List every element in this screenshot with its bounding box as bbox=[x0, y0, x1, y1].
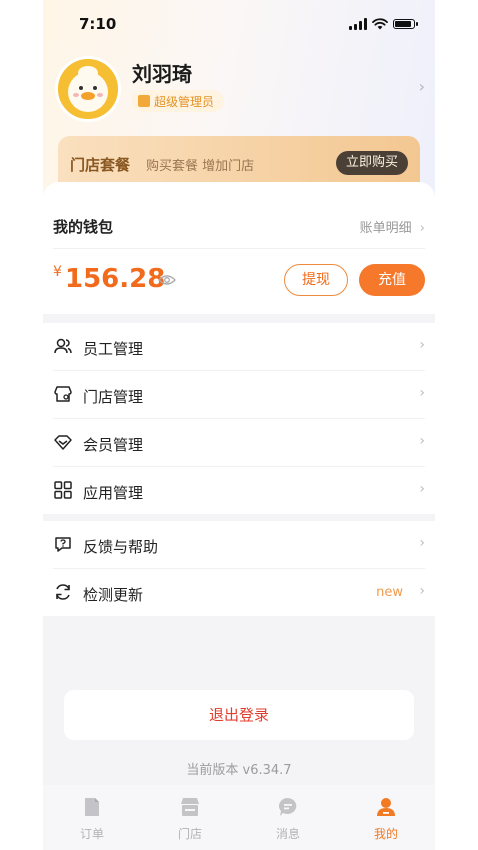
banner-subtitle: 购买套餐 增加门店 bbox=[146, 159, 255, 174]
role-badge: 超级管理员 bbox=[132, 90, 225, 112]
tab-label: 消息 bbox=[275, 827, 300, 841]
divider bbox=[53, 248, 425, 249]
role-label: 超级管理员 bbox=[154, 94, 215, 109]
menu-label: 应用管理 bbox=[83, 484, 144, 502]
menu-item-feedback[interactable]: 反馈与帮助 › bbox=[53, 521, 425, 569]
eye-icon[interactable] bbox=[158, 274, 176, 286]
chevron-right-icon: › bbox=[419, 433, 425, 449]
tab-label: 门店 bbox=[177, 827, 202, 841]
menu-item-member[interactable]: 会员管理 › bbox=[53, 419, 425, 467]
battery-icon bbox=[393, 19, 418, 29]
avatar[interactable] bbox=[55, 56, 121, 122]
me-icon bbox=[377, 798, 395, 816]
wifi-icon bbox=[372, 18, 388, 30]
menu-item-store[interactable]: 门店管理 › bbox=[53, 371, 425, 419]
menu-item-apps[interactable]: 应用管理 › bbox=[53, 467, 425, 514]
banner-title: 门店套餐 bbox=[70, 156, 131, 174]
signal-icon bbox=[349, 18, 367, 30]
apps-icon bbox=[54, 481, 72, 499]
status-time: 7:10 bbox=[79, 15, 117, 33]
menu-label: 检测更新 bbox=[83, 586, 144, 604]
tab-messages[interactable]: 消息 bbox=[239, 785, 337, 850]
currency-symbol: ¥ bbox=[53, 264, 62, 280]
menu-label: 反馈与帮助 bbox=[83, 538, 159, 556]
menu-item-check-update[interactable]: 检测更新 new › bbox=[53, 569, 425, 616]
feedback-icon bbox=[55, 537, 71, 552]
buy-now-button[interactable]: 立即购买 bbox=[335, 151, 408, 175]
wallet-card: 我的钱包 账单明细 › ¥ 156.28 提现 充值 bbox=[43, 182, 435, 314]
tab-store[interactable]: 门店 bbox=[141, 785, 239, 850]
tab-label: 我的 bbox=[373, 827, 398, 841]
order-icon bbox=[85, 798, 99, 816]
chevron-right-icon: › bbox=[419, 385, 425, 401]
chevron-right-icon: › bbox=[419, 221, 425, 236]
app-version: 当前版本 v6.34.7 bbox=[186, 763, 292, 778]
support-menu: 反馈与帮助 › 检测更新 new › bbox=[43, 521, 435, 616]
member-icon bbox=[54, 435, 72, 450]
new-badge: new bbox=[376, 585, 403, 600]
store-icon bbox=[54, 386, 72, 402]
chevron-right-icon: › bbox=[419, 337, 425, 353]
menu-label: 员工管理 bbox=[83, 340, 144, 358]
wallet-title: 我的钱包 bbox=[53, 218, 114, 236]
tab-me[interactable]: 我的 bbox=[337, 785, 435, 850]
admin-badge-icon bbox=[138, 95, 150, 107]
chevron-right-icon: › bbox=[419, 535, 425, 551]
recharge-button[interactable]: 充值 bbox=[359, 264, 425, 296]
profile-name: 刘羽琦 bbox=[132, 62, 192, 86]
store-tab-icon bbox=[181, 798, 199, 816]
duck-avatar-icon bbox=[58, 59, 118, 119]
bill-details-label: 账单明细 bbox=[359, 221, 412, 236]
wallet-balance: 156.28 bbox=[65, 264, 166, 294]
menu-label: 会员管理 bbox=[83, 436, 144, 454]
tab-label: 订单 bbox=[79, 827, 104, 841]
tab-bar: 订单 门店 消息 我的 bbox=[43, 785, 435, 850]
phone-screen: 7:10 刘羽琦 超级管理员 › 门店套餐 购买套餐 增加门店 立即购买 我的钱… bbox=[43, 0, 435, 850]
withdraw-button[interactable]: 提现 bbox=[284, 264, 348, 296]
chevron-right-icon: › bbox=[419, 583, 425, 599]
staff-icon bbox=[54, 338, 72, 354]
chevron-right-icon[interactable]: › bbox=[419, 77, 425, 96]
bill-details-link[interactable]: 账单明细 › bbox=[360, 217, 425, 236]
management-menu: 员工管理 › 门店管理 › 会员管理 › 应用管理 › bbox=[43, 323, 435, 514]
tab-orders[interactable]: 订单 bbox=[43, 785, 141, 850]
status-bar: 7:10 bbox=[43, 0, 435, 48]
refresh-icon bbox=[56, 584, 70, 600]
status-icons bbox=[349, 17, 418, 31]
menu-item-staff[interactable]: 员工管理 › bbox=[53, 323, 425, 371]
chevron-right-icon: › bbox=[419, 481, 425, 497]
menu-label: 门店管理 bbox=[83, 388, 144, 406]
message-icon bbox=[279, 798, 297, 816]
logout-button[interactable]: 退出登录 bbox=[64, 690, 414, 740]
